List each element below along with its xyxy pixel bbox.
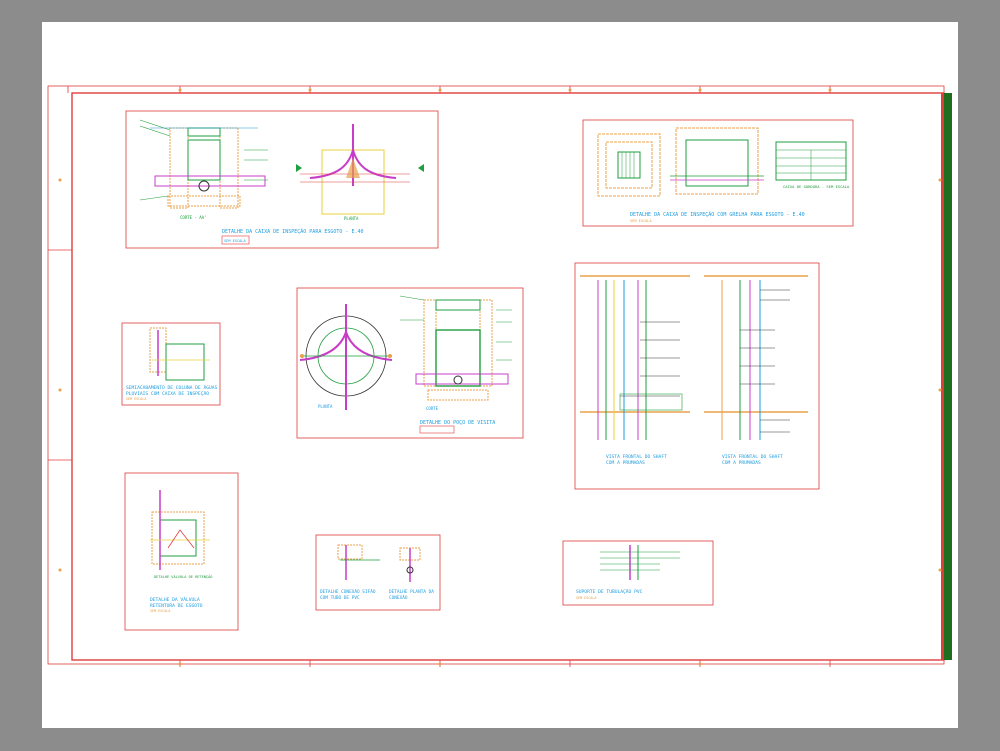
- detail-6-label: DETALHE VÁLVULA DE RETENÇÃO: [154, 574, 212, 579]
- detail-7-title-1: DETALHE CONEXÃO SIFÃO: [320, 588, 376, 595]
- detail-2-table-title: CAIXA DE GORDURA - SEM ESCALA: [783, 184, 850, 189]
- detail-4-subtitle: SEM ESCALA: [126, 397, 146, 401]
- detail-1-corte-label: CORTE - AA': [180, 215, 207, 220]
- detail-3: PLANTA CORTE DETALHE DO POÇO DE VISITA: [296, 287, 524, 439]
- detail-2-title: DETALHE DA CAIXA DE INSPEÇÃO COM GRELHA …: [630, 211, 805, 218]
- detail-1: CORTE - AA' PLANTA DETALHE DA CAIXA DE I…: [125, 110, 439, 249]
- detail-4-title-1: SEMIACABAMENTO DE COLUNA DE ÁGUAS: [126, 384, 218, 391]
- detail-8-title: SUPORTE DE TUBULAÇÃO PVC: [576, 588, 643, 595]
- detail-5-title-3: VISTA FRONTAL DO SHAFT: [722, 454, 783, 460]
- detail-4-title-2: PLUVIAIS COM CAIXA DE INSPEÇÃO: [126, 390, 209, 397]
- detail-5-title-4: COM A PRUMADAS: [722, 460, 761, 466]
- detail-1-planta-label: PLANTA: [344, 216, 359, 221]
- cad-drawing: CORTE - AA' PLANTA DETALHE DA CAIXA DE I…: [47, 85, 952, 667]
- detail-7-title-3: DETALHE PLANTA DA: [389, 589, 434, 595]
- detail-8: SUPORTE DE TUBULAÇÃO PVC SEM ESCALA: [562, 540, 714, 606]
- detail-4: SEMIACABAMENTO DE COLUNA DE ÁGUAS PLUVIA…: [121, 322, 221, 406]
- detail-6-title-1: DETALHE DA VÁLVULA: [150, 596, 200, 603]
- detail-6: DETALHE VÁLVULA DE RETENÇÃO DETALHE DA V…: [124, 472, 239, 631]
- detail-5-title-2: COM A PRUMADAS: [606, 460, 645, 466]
- detail-2-subtitle: SEM ESCALA: [630, 219, 652, 223]
- detail-7: DETALHE CONEXÃO SIFÃO COM TUBO DE PVC DE…: [315, 534, 441, 611]
- title-strip: [944, 93, 952, 660]
- detail-7-title-4: CONEXÃO: [389, 594, 408, 601]
- detail-1-subtitle: SEM ESCALA: [224, 239, 246, 243]
- detail-2: CAIXA DE GORDURA - SEM ESCALA DETALHE DA…: [582, 119, 854, 227]
- detail-5: VISTA FRONTAL DO SHAFT COM A PRUMADAS VI…: [574, 262, 820, 490]
- detail-7-title-2: COM TUBO DE PVC: [320, 595, 360, 601]
- detail-6-subtitle: SEM ESCALA: [150, 609, 170, 613]
- detail-3-title: DETALHE DO POÇO DE VISITA: [420, 420, 495, 426]
- detail-3-planta-label: PLANTA: [318, 404, 333, 409]
- detail-5-title-1: VISTA FRONTAL DO SHAFT: [606, 454, 667, 460]
- detail-8-subtitle: SEM ESCALA: [576, 596, 596, 600]
- detail-3-corte-label: CORTE: [426, 406, 439, 411]
- detail-1-title: DETALHE DA CAIXA DE INSPEÇÃO PARA ESGOTO…: [222, 228, 363, 235]
